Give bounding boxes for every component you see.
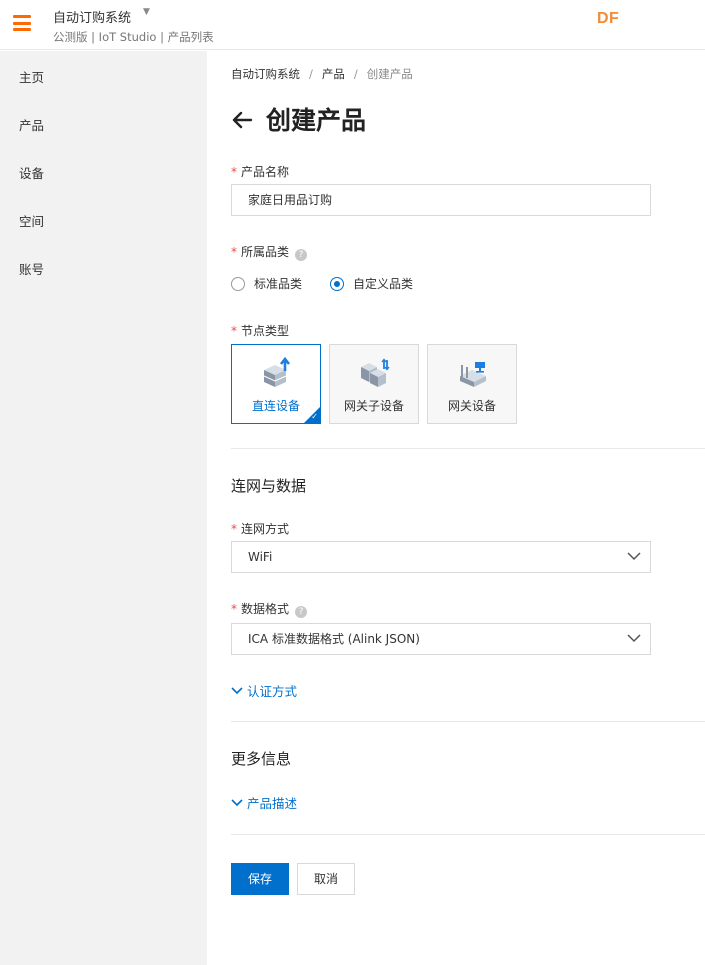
- help-icon[interactable]: ?: [295, 249, 308, 261]
- gateway-device-icon: [460, 362, 486, 387]
- chevron-down-icon: [627, 634, 641, 643]
- network-mode-label: * 连网方式: [231, 522, 290, 536]
- brand-logo: DF: [597, 10, 620, 27]
- category-label: * 所属品类?: [231, 243, 308, 261]
- top-bar: 自动订购系统 ▼ 公测版 | IoT Studio | 产品列表 DF: [0, 0, 705, 50]
- node-type-gateway-device[interactable]: 网关设备: [427, 344, 517, 424]
- save-button[interactable]: 保存: [231, 863, 289, 895]
- more-info-section-title: 更多信息: [231, 750, 292, 768]
- main-content: 自动订购系统 / 产品 / 创建产品 创建产品 * 产品名称 家庭日用品订购 * 所属品类?…: [207, 51, 705, 965]
- node-type-direct-device[interactable]: 直连设备 ✓: [231, 344, 321, 424]
- sidebar-item-devices[interactable]: 设备: [19, 163, 44, 182]
- help-icon[interactable]: ?: [295, 606, 308, 618]
- radio-custom-category[interactable]: 自定义品类: [330, 275, 413, 292]
- data-format-label: * 数据格式?: [231, 600, 308, 618]
- chevron-down-icon: [231, 686, 243, 694]
- breadcrumb-item-app[interactable]: 自动订购系统: [231, 67, 300, 81]
- product-name-label: * 产品名称: [231, 165, 290, 179]
- breadcrumb-item-products[interactable]: 产品: [322, 67, 345, 81]
- back-arrow-icon[interactable]: [231, 109, 253, 131]
- breadcrumb-item-current: 创建产品: [366, 67, 413, 81]
- network-section-title: 连网与数据: [231, 477, 307, 495]
- gateway-subdevice-icon: [361, 358, 390, 387]
- network-mode-select[interactable]: WiFi: [231, 541, 651, 573]
- direct-device-icon: [263, 356, 291, 387]
- breadcrumb: 自动订购系统 / 产品 / 创建产品: [231, 67, 413, 81]
- sidebar-item-spaces[interactable]: 空间: [19, 211, 44, 230]
- app-subtitle: 公测版 | IoT Studio | 产品列表: [53, 30, 214, 44]
- radio-circle-selected[interactable]: [330, 276, 344, 291]
- chevron-down-icon: [231, 798, 243, 806]
- product-name-input[interactable]: 家庭日用品订购: [231, 184, 651, 216]
- cancel-button[interactable]: 取消: [297, 863, 355, 895]
- caret-down-icon[interactable]: ▼: [143, 7, 150, 17]
- auth-method-expander[interactable]: 认证方式: [231, 681, 297, 700]
- radio-standard-category[interactable]: 标准品类: [231, 275, 302, 292]
- chevron-down-icon: [627, 552, 641, 561]
- section-divider: [231, 721, 705, 722]
- check-icon: ✓: [311, 412, 318, 421]
- data-format-select[interactable]: ICA 标准数据格式 (Alink JSON): [231, 623, 651, 655]
- node-type-gateway-subdevice[interactable]: 网关子设备: [329, 344, 419, 424]
- section-divider: [231, 448, 705, 449]
- sidebar: 主页 产品 设备 空间 账号: [0, 51, 207, 965]
- page-title: 创建产品: [266, 106, 367, 135]
- product-description-expander[interactable]: 产品描述: [231, 793, 297, 812]
- radio-circle[interactable]: [231, 276, 245, 291]
- sidebar-item-account[interactable]: 账号: [19, 259, 44, 278]
- sidebar-item-home[interactable]: 主页: [19, 67, 44, 86]
- sidebar-item-products[interactable]: 产品: [19, 115, 44, 134]
- app-title[interactable]: 自动订购系统: [53, 7, 131, 26]
- node-type-label: * 节点类型: [231, 324, 290, 338]
- section-divider: [231, 834, 705, 835]
- menu-icon[interactable]: [13, 15, 31, 31]
